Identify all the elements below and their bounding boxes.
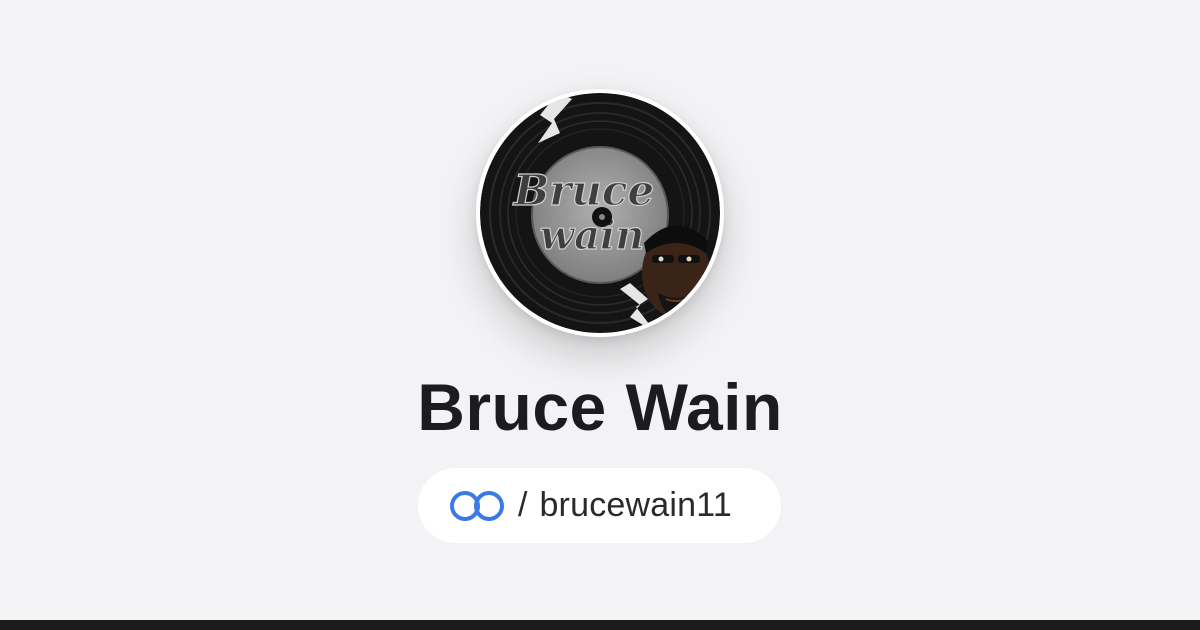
profile-avatar: Bruce wain xyxy=(476,89,724,337)
svg-text:wain: wain xyxy=(540,212,645,259)
handle-separator: / xyxy=(518,486,528,524)
handle-pill[interactable]: / brucewain11 xyxy=(418,468,781,543)
linked-rings-logo-icon xyxy=(448,489,506,523)
svg-text:Bruce: Bruce xyxy=(513,166,654,215)
character-face xyxy=(642,225,710,317)
profile-name: Bruce Wain xyxy=(417,370,783,444)
username: brucewain11 xyxy=(539,486,732,524)
bottom-bar xyxy=(0,620,1200,630)
vinyl-record-avatar: Bruce wain xyxy=(480,93,720,333)
